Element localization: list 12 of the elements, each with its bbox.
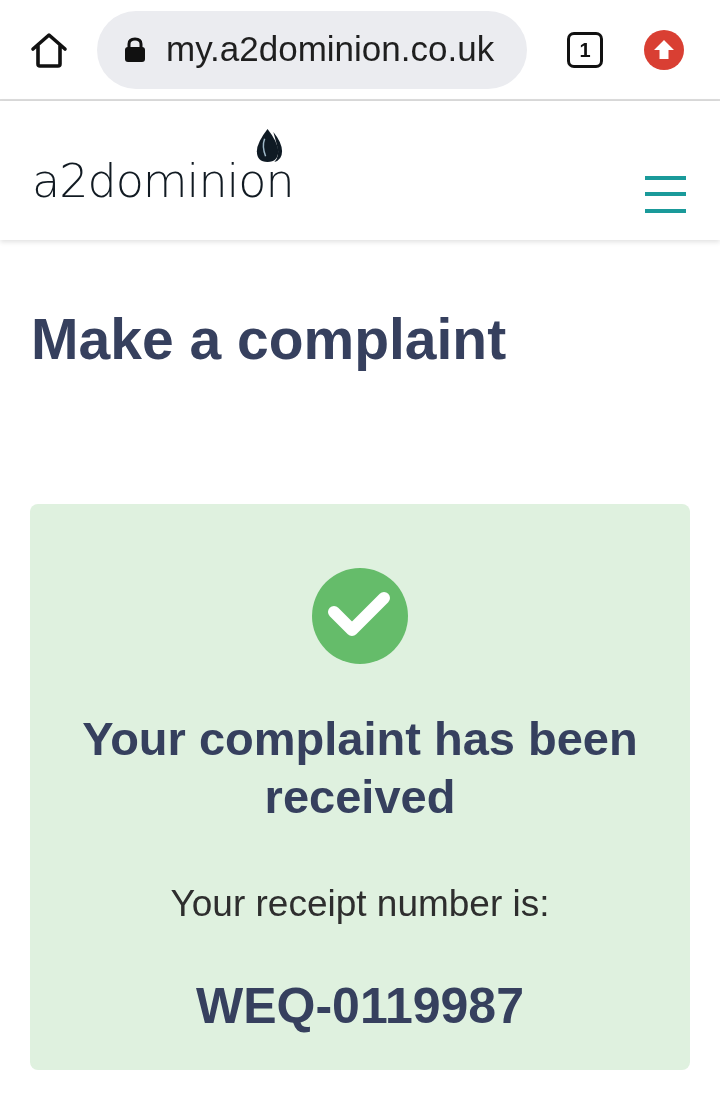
page-title: Make a complaint xyxy=(31,306,507,372)
receipt-number: WEQ-0119987 xyxy=(196,977,524,1036)
menu-icon[interactable] xyxy=(645,175,686,214)
tab-count-button[interactable]: 1 xyxy=(567,31,603,68)
logo-wordmark[interactable]: a2dominion xyxy=(32,158,294,204)
address-bar[interactable]: my.a2dominion.co.uk xyxy=(97,10,527,89)
confirmation-heading: Your complaint has been received xyxy=(81,711,639,825)
url-text: my.a2dominion.co.uk xyxy=(166,28,495,71)
home-icon[interactable] xyxy=(30,31,68,68)
checkmark-icon xyxy=(312,568,408,664)
receipt-label: Your receipt number is: xyxy=(170,882,550,926)
lock-icon xyxy=(124,36,146,63)
